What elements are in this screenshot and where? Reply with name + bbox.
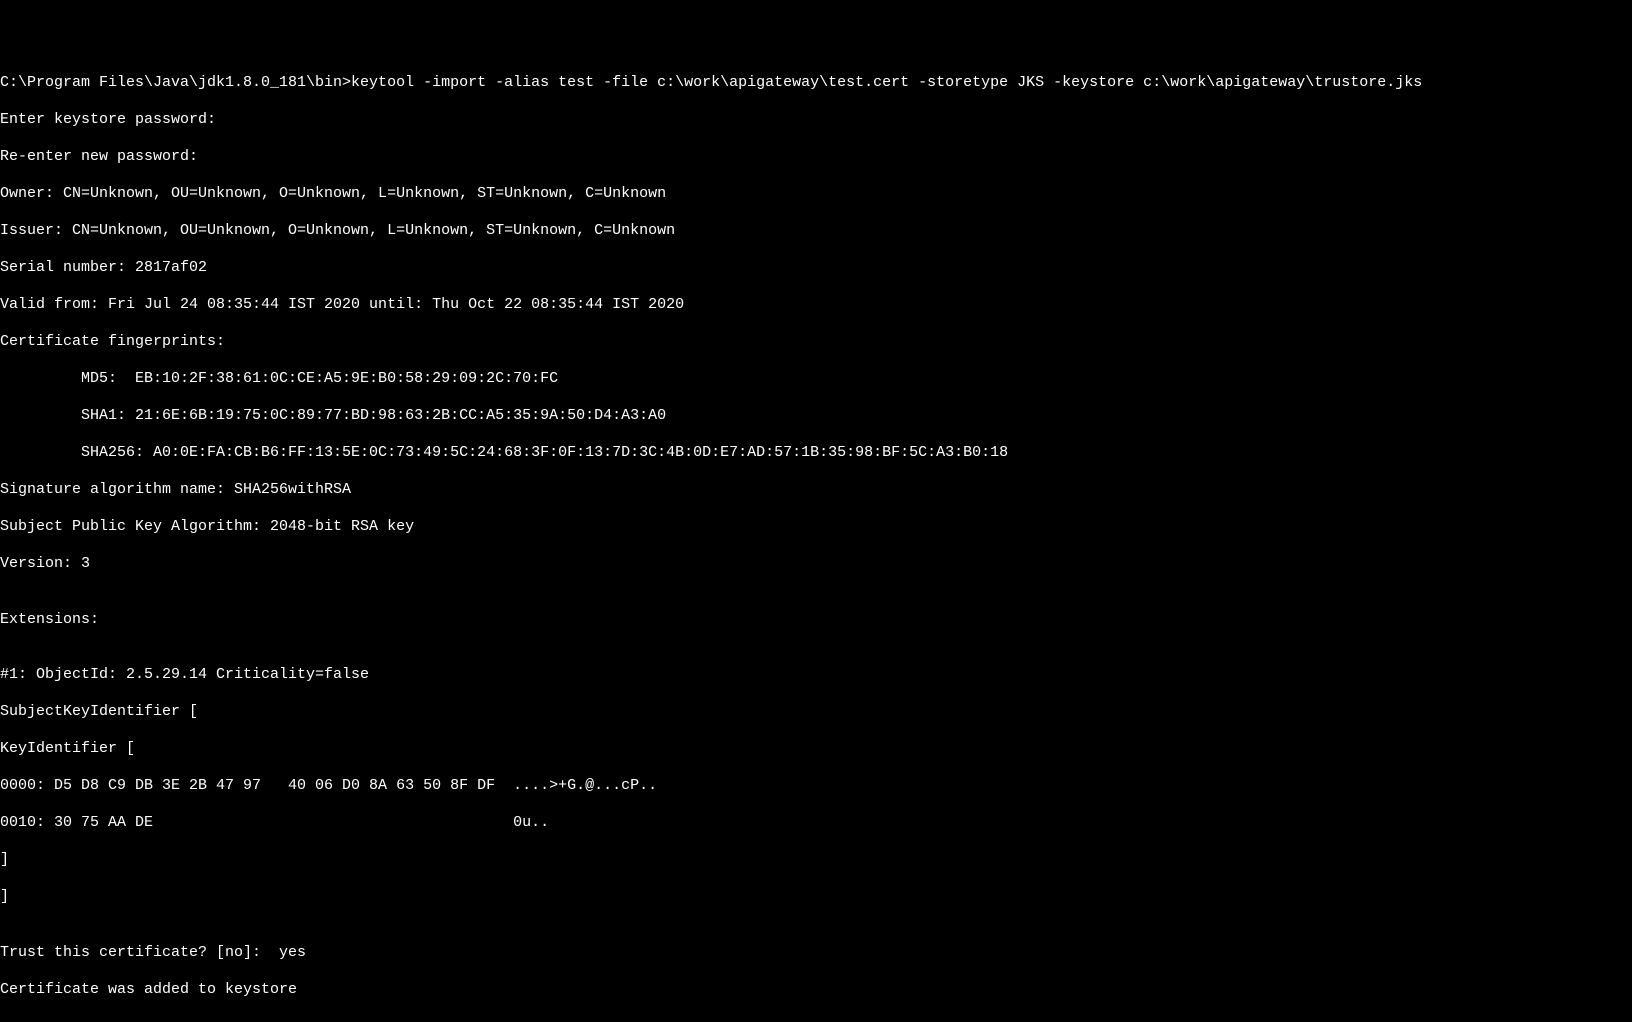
cert-sig-algorithm: Signature algorithm name: SHA256withRSA bbox=[0, 481, 1632, 500]
close-bracket: ] bbox=[0, 851, 1632, 870]
cert-fingerprints-label: Certificate fingerprints: bbox=[0, 333, 1632, 352]
cert-md5: MD5: EB:10:2F:38:61:0C:CE:A5:9E:B0:58:29… bbox=[0, 370, 1632, 389]
cert-added-message: Certificate was added to keystore bbox=[0, 981, 1632, 1000]
cert-serial-number: Serial number: 2817af02 bbox=[0, 259, 1632, 278]
close-bracket: ] bbox=[0, 888, 1632, 907]
cert-sha1: SHA1: 21:6E:6B:19:75:0C:89:77:BD:98:63:2… bbox=[0, 407, 1632, 426]
prompt-reenter-password: Re-enter new password: bbox=[0, 148, 1632, 167]
cert-subject-pubkey: Subject Public Key Algorithm: 2048-bit R… bbox=[0, 518, 1632, 537]
cert-valid-from: Valid from: Fri Jul 24 08:35:44 IST 2020… bbox=[0, 296, 1632, 315]
command-line: C:\Program Files\Java\jdk1.8.0_181\bin>k… bbox=[0, 74, 1632, 93]
extensions-label: Extensions: bbox=[0, 611, 1632, 630]
trust-prompt[interactable]: Trust this certificate? [no]: yes bbox=[0, 944, 1632, 963]
prompt-enter-password: Enter keystore password: bbox=[0, 111, 1632, 130]
cert-owner: Owner: CN=Unknown, OU=Unknown, O=Unknown… bbox=[0, 185, 1632, 204]
key-identifier: KeyIdentifier [ bbox=[0, 740, 1632, 759]
cert-issuer: Issuer: CN=Unknown, OU=Unknown, O=Unknow… bbox=[0, 222, 1632, 241]
hex-dump-line: 0010: 30 75 AA DE 0u.. bbox=[0, 814, 1632, 833]
cert-version: Version: 3 bbox=[0, 555, 1632, 574]
subject-key-identifier: SubjectKeyIdentifier [ bbox=[0, 703, 1632, 722]
ext1-header: #1: ObjectId: 2.5.29.14 Criticality=fals… bbox=[0, 666, 1632, 685]
hex-dump-line: 0000: D5 D8 C9 DB 3E 2B 47 97 40 06 D0 8… bbox=[0, 777, 1632, 796]
cert-sha256: SHA256: A0:0E:FA:CB:B6:FF:13:5E:0C:73:49… bbox=[0, 444, 1632, 463]
